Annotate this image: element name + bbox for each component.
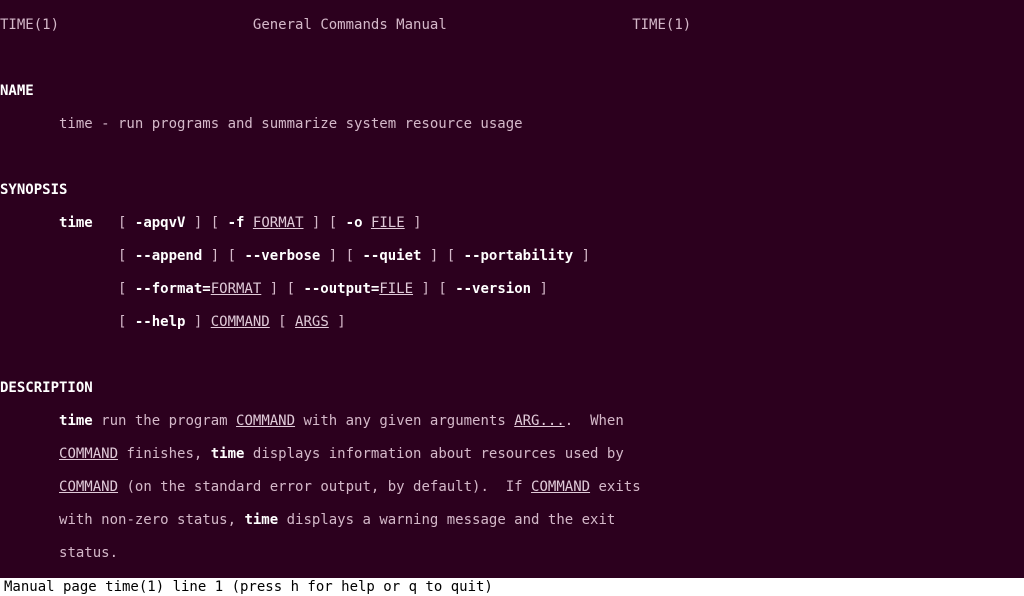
section-synopsis: SYNOPSIS (0, 182, 1024, 199)
section-description: DESCRIPTION (0, 380, 1024, 397)
arg-file: FILE (371, 215, 405, 231)
synopsis-cmd: time (59, 215, 93, 231)
opt-help: --help (135, 314, 186, 330)
synopsis-line-4: [ --help ] COMMAND [ ARGS ] (0, 314, 1024, 331)
pager-status-text: Manual page time(1) line 1 (press h for … (4, 579, 493, 595)
desc-line: time run the program COMMAND with any gi… (0, 413, 1024, 430)
man-page-viewer[interactable]: TIME(1) General Commands Manual TIME(1) … (0, 0, 1024, 596)
synopsis-line-1: time [ -apqvV ] [ -f FORMAT ] [ -o FILE … (0, 215, 1024, 232)
synopsis-line-2: [ --append ] [ --verbose ] [ --quiet ] [… (0, 248, 1024, 265)
opt-version: --version (455, 281, 531, 297)
desc-line: status. (0, 545, 1024, 562)
section-name: NAME (0, 83, 1024, 100)
name-line: time - run programs and summarize system… (0, 116, 1024, 133)
opt-o: -o (346, 215, 363, 231)
header-line: TIME(1) General Commands Manual TIME(1) (0, 17, 1024, 34)
synopsis-short-options: -apqvV (135, 215, 186, 231)
opt-f: -f (228, 215, 245, 231)
opt-format-long: --format= (135, 281, 211, 297)
arg-format2: FORMAT (211, 281, 262, 297)
arg-command: COMMAND (211, 314, 270, 330)
arg-format: FORMAT (253, 215, 304, 231)
arg-args: ARGS (295, 314, 329, 330)
desc-line: COMMAND finishes, time displays informat… (0, 446, 1024, 463)
desc-line: with non-zero status, time displays a wa… (0, 512, 1024, 529)
opt-append: --append (135, 248, 202, 264)
header-left: TIME(1) (0, 17, 59, 33)
synopsis-line-3: [ --format=FORMAT ] [ --output=FILE ] [ … (0, 281, 1024, 298)
desc-line: COMMAND (on the standard error output, b… (0, 479, 1024, 496)
header-right: TIME(1) (632, 17, 691, 33)
opt-output-long: --output= (303, 281, 379, 297)
header-center: General Commands Manual (253, 17, 447, 33)
opt-portability: --portability (464, 248, 574, 264)
pager-status-bar: Manual page time(1) line 1 (press h for … (0, 578, 1024, 596)
opt-quiet: --quiet (362, 248, 421, 264)
arg-file2: FILE (379, 281, 413, 297)
opt-verbose: --verbose (244, 248, 320, 264)
